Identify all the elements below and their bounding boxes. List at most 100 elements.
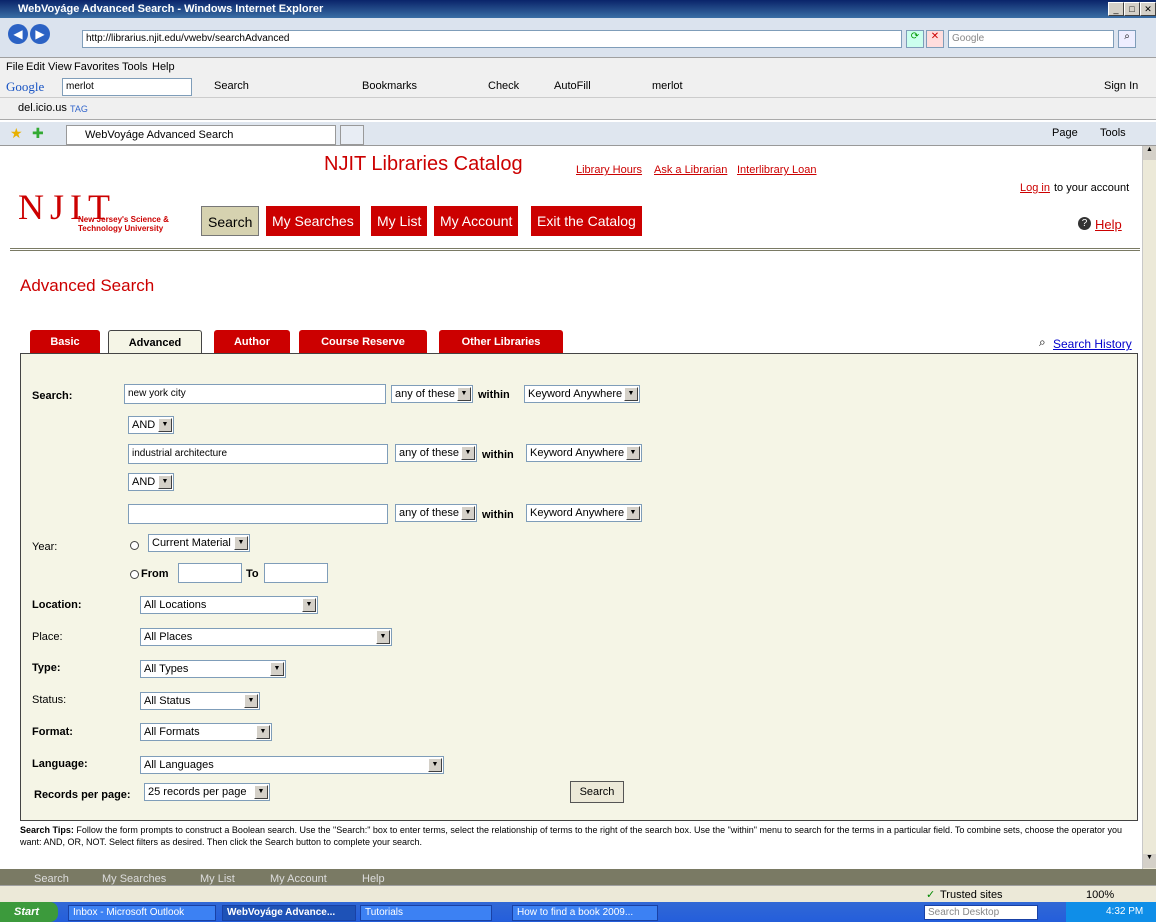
merlot-button[interactable]: merlot (652, 80, 683, 92)
add-favorite-icon[interactable]: ✚ (32, 125, 44, 142)
desktop-search-input[interactable]: Search Desktop (924, 905, 1038, 920)
tools-menu[interactable]: Tools (1100, 127, 1126, 139)
menu-help[interactable]: Help (152, 58, 175, 76)
nav-exit-catalog[interactable]: Exit the Catalog (531, 206, 642, 236)
chevron-down-icon: ▼ (234, 536, 248, 550)
google-search-input[interactable]: merlot (62, 78, 192, 96)
tab-author[interactable]: Author (214, 330, 290, 354)
login-link[interactable]: Log in (1020, 182, 1050, 194)
search-label: Search: (32, 390, 73, 402)
chevron-down-icon: ▼ (158, 418, 172, 432)
start-button[interactable]: Start (0, 902, 58, 922)
menu-tools[interactable]: Tools (122, 58, 148, 76)
year-current-radio[interactable] (130, 541, 139, 550)
task-ie[interactable]: WebVoyáge Advance... (222, 905, 356, 921)
nav-my-account[interactable]: My Account (434, 206, 519, 236)
task-tutorials[interactable]: Tutorials (360, 905, 492, 921)
minimize-button[interactable]: _ (1108, 2, 1124, 16)
close-button[interactable]: ✕ (1140, 2, 1156, 16)
zoom-level[interactable]: 100% (1086, 889, 1114, 901)
google-search-button[interactable]: Search (214, 80, 249, 92)
delicious-button[interactable]: del.icio.us (18, 102, 67, 114)
stop-icon[interactable]: ✕ (926, 30, 944, 48)
google-toolbar: Google merlot Search Bookmarks Check Aut… (0, 76, 1156, 98)
match-mode-1[interactable]: any of these ▼ (391, 385, 473, 403)
address-bar[interactable]: http://librarius.njit.edu/vwebv/searchAd… (82, 30, 902, 48)
match-mode-3[interactable]: any of these ▼ (395, 504, 477, 522)
forward-icon[interactable]: ▶ (30, 24, 50, 44)
format-select[interactable]: All Formats ▼ (140, 723, 272, 741)
year-from-input[interactable] (178, 563, 242, 583)
year-range-radio[interactable] (130, 570, 139, 579)
field-select-2[interactable]: Keyword Anywhere ▼ (526, 444, 642, 462)
location-select[interactable]: All Locations ▼ (140, 596, 318, 614)
footer-help[interactable]: Help (362, 873, 385, 885)
operator-select-2[interactable]: AND ▼ (128, 473, 174, 491)
search-go-icon[interactable]: ⌕ (1118, 30, 1136, 48)
year-current-value: Current Material (152, 537, 231, 549)
menu-file[interactable]: File (6, 58, 24, 76)
back-icon[interactable]: ◀ (8, 24, 28, 44)
bookmarks-button[interactable]: Bookmarks (362, 80, 417, 92)
tab-basic[interactable]: Basic (30, 330, 100, 354)
task-word[interactable]: How to find a book 2009... (512, 905, 658, 921)
interlibrary-loan-link[interactable]: Interlibrary Loan (737, 164, 817, 176)
page-menu[interactable]: Page (1052, 127, 1078, 139)
match-mode-2[interactable]: any of these ▼ (395, 444, 477, 462)
footer-my-list[interactable]: My List (200, 873, 235, 885)
nav-search[interactable]: Search (201, 206, 260, 236)
google-logo: Google (6, 79, 45, 94)
task-outlook[interactable]: Inbox - Microsoft Outlook (68, 905, 216, 921)
tab-other-libraries[interactable]: Other Libraries (439, 330, 563, 354)
operator-select-1[interactable]: AND ▼ (128, 416, 174, 434)
library-hours-link[interactable]: Library Hours (576, 164, 642, 176)
field-select-1[interactable]: Keyword Anywhere ▼ (524, 385, 640, 403)
refresh-icon[interactable]: ⟳ (906, 30, 924, 48)
nav-my-searches[interactable]: My Searches (266, 206, 360, 236)
check-button[interactable]: Check (488, 80, 519, 92)
scroll-down-icon[interactable]: ▼ (1143, 854, 1156, 868)
help-link[interactable]: Help (1095, 217, 1122, 232)
year-to-input[interactable] (264, 563, 328, 583)
chevron-down-icon: ▼ (270, 662, 284, 676)
search-term-1[interactable]: new york city (124, 384, 386, 404)
nav-my-list[interactable]: My List (371, 206, 428, 236)
favorites-star-icon[interactable]: ★ (10, 125, 23, 142)
type-select[interactable]: All Types ▼ (140, 660, 286, 678)
menu-view[interactable]: View (48, 58, 72, 76)
records-per-page-select[interactable]: 25 records per page ▼ (144, 783, 270, 801)
field-select-3[interactable]: Keyword Anywhere ▼ (526, 504, 642, 522)
search-submit-button[interactable]: Search (570, 781, 624, 803)
tab-course-reserve[interactable]: Course Reserve (299, 330, 427, 354)
menu-favorites[interactable]: Favorites (74, 58, 119, 76)
within-label-3: within (482, 509, 514, 521)
footer-my-account[interactable]: My Account (270, 873, 327, 885)
search-tips: Search Tips: Follow the form prompts to … (20, 824, 1138, 848)
search-history-link[interactable]: Search History (1053, 337, 1132, 351)
field-select-2-value: Keyword Anywhere (530, 447, 625, 459)
year-current-select[interactable]: Current Material ▼ (148, 534, 250, 552)
vertical-scrollbar[interactable]: ▲ ▼ (1142, 146, 1156, 870)
tab-advanced[interactable]: Advanced (108, 330, 202, 355)
autofill-button[interactable]: AutoFill (554, 80, 591, 92)
search-box[interactable]: Google (948, 30, 1114, 48)
search-term-3[interactable] (128, 504, 388, 524)
place-select[interactable]: All Places ▼ (140, 628, 392, 646)
browser-tab-active[interactable]: WebVoyáge Advanced Search (66, 125, 336, 145)
status-select[interactable]: All Status ▼ (140, 692, 260, 710)
help-icon[interactable]: ? (1078, 217, 1091, 230)
language-select[interactable]: All Languages ▼ (140, 756, 444, 774)
tag-button[interactable]: TAG (70, 104, 88, 114)
new-tab-button[interactable] (340, 125, 364, 145)
menu-edit[interactable]: Edit (26, 58, 45, 76)
chevron-down-icon: ▼ (457, 387, 471, 401)
search-term-2[interactable]: industrial architecture (128, 444, 388, 464)
sign-in-button[interactable]: Sign In (1104, 80, 1138, 92)
maximize-button[interactable]: □ (1124, 2, 1140, 16)
ask-librarian-link[interactable]: Ask a Librarian (654, 164, 727, 176)
scroll-up-icon[interactable]: ▲ (1143, 146, 1156, 160)
search-tips-heading: Search Tips: (20, 825, 74, 835)
chevron-down-icon: ▼ (626, 506, 640, 520)
footer-search[interactable]: Search (34, 873, 69, 885)
footer-my-searches[interactable]: My Searches (102, 873, 166, 885)
